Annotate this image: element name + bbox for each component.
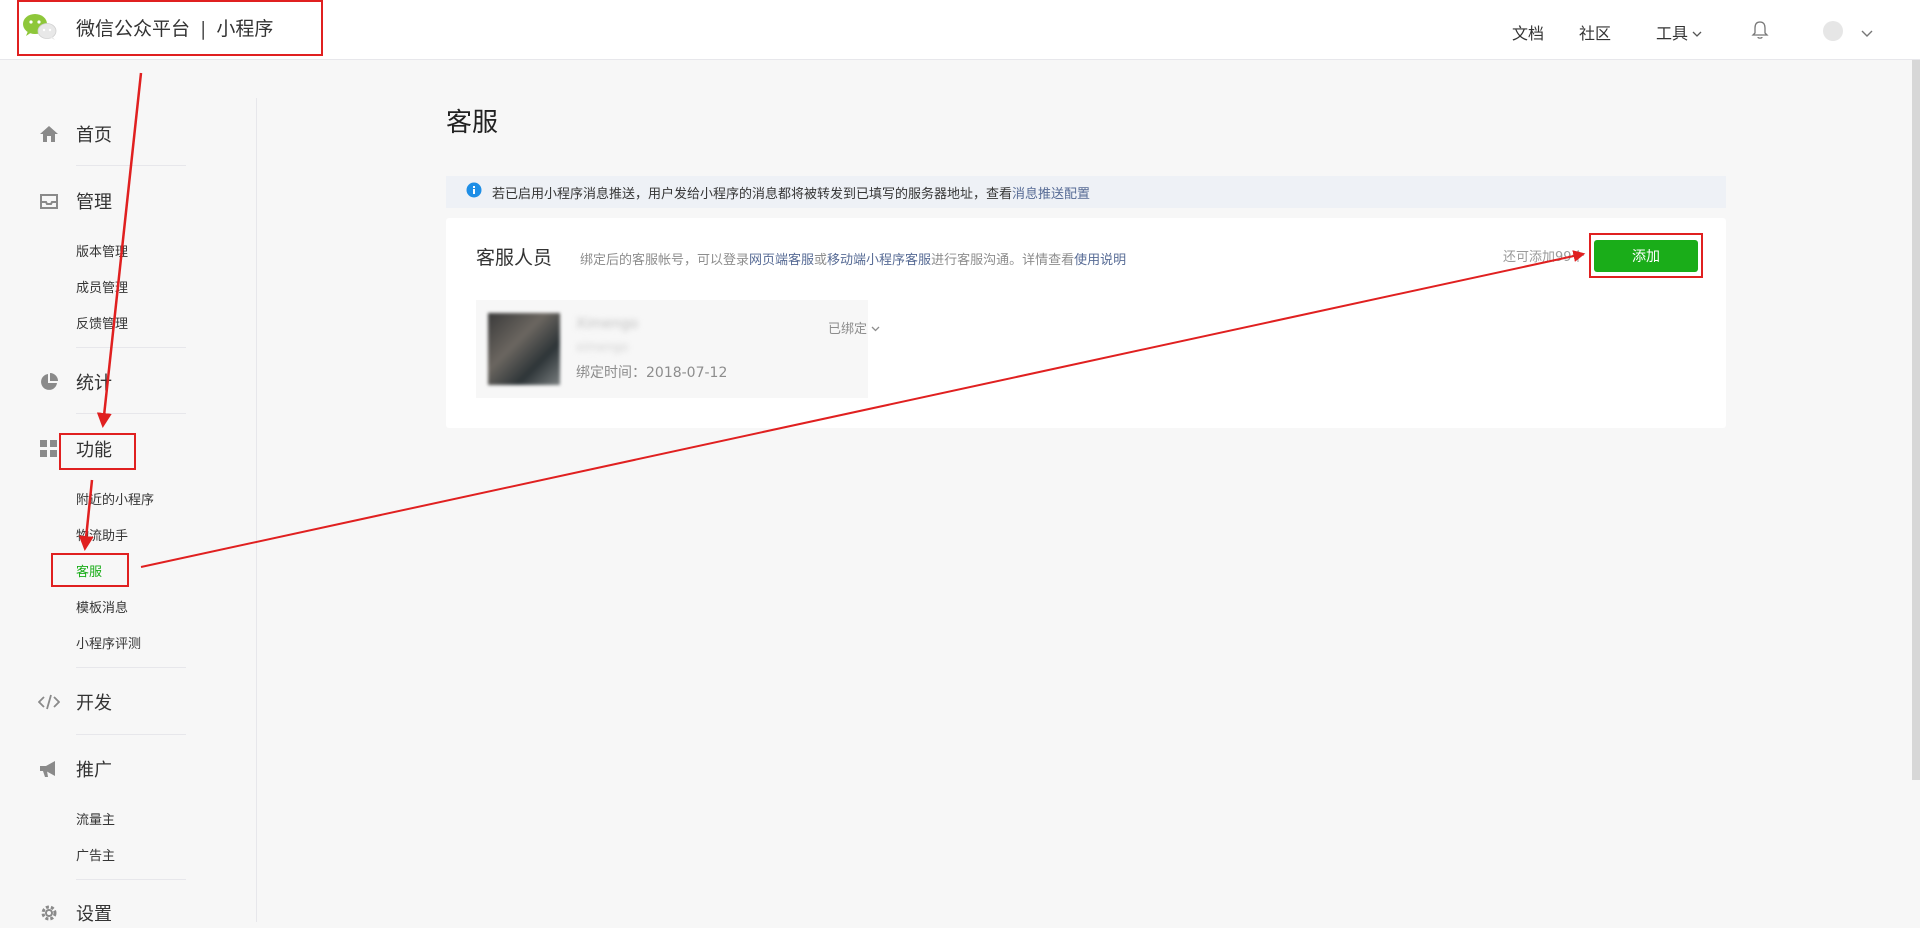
notice-bar: 若已启用小程序消息推送，用户发给小程序的消息都将被转发到已填写的服务器地址，查看… <box>446 176 1726 208</box>
sidebar-item-promo[interactable]: 推广 <box>38 754 112 784</box>
panel-title: 客服人员 <box>476 247 553 269</box>
sidebar-item-review[interactable]: 小程序评测 <box>76 633 141 652</box>
sidebar-item-advertiser[interactable]: 广告主 <box>76 845 115 864</box>
sidebar-separator <box>76 347 186 348</box>
page-title: 客服 <box>446 108 499 138</box>
notice-link[interactable]: 消息推送配置 <box>1012 183 1090 202</box>
sidebar-manage-label: 管理 <box>76 192 112 213</box>
sidebar-item-nearby[interactable]: 附近的小程序 <box>76 489 154 508</box>
user-avatar[interactable] <box>1823 21 1843 41</box>
notice-text: 若已启用小程序消息推送，用户发给小程序的消息都将被转发到已填写的服务器地址，查看 <box>492 186 1013 202</box>
pie-chart-icon <box>38 371 60 393</box>
sidebar-separator <box>76 165 186 166</box>
sidebar-separator <box>76 667 186 668</box>
user-menu-chevron-icon[interactable] <box>1861 24 1873 43</box>
usage-guide-link[interactable]: 使用说明 <box>1074 253 1126 268</box>
web-service-link[interactable]: 网页端客服 <box>749 253 814 268</box>
agent-bind-time: 绑定时间：2018-07-12 <box>576 365 728 381</box>
brand-title[interactable]: 微信公众平台 | 小程序 <box>76 14 273 41</box>
sidebar-promo-label: 推广 <box>76 760 112 781</box>
top-header: 微信公众平台 | 小程序 文档 社区 工具 <box>0 0 1920 60</box>
page-scrollbar[interactable] <box>1912 60 1920 780</box>
sidebar-settings-label: 设置 <box>76 904 112 925</box>
sidebar-item-dev[interactable]: 开发 <box>38 687 112 717</box>
code-icon <box>38 691 60 713</box>
desc-mid: 或 <box>814 253 828 268</box>
sidebar-item-stats[interactable]: 统计 <box>38 367 112 397</box>
nav-community[interactable]: 社区 <box>1579 20 1611 44</box>
annotation-arrows <box>78 72 1586 568</box>
sidebar-item-template-msg[interactable]: 模板消息 <box>76 597 128 616</box>
sidebar-item-traffic[interactable]: 流量主 <box>76 809 115 828</box>
agent-status-label: 已绑定 <box>828 322 868 337</box>
sidebar-item-home[interactable]: 首页 <box>38 119 112 149</box>
agent-id: ximengo <box>576 340 629 354</box>
sidebar-item-logistics[interactable]: 物流助手 <box>76 525 128 544</box>
brand-separator: | <box>200 18 207 40</box>
sidebar-item-customer-service[interactable]: 客服 <box>76 561 102 580</box>
brand-sub: 小程序 <box>216 18 274 40</box>
agent-status-dropdown[interactable]: 已绑定 <box>828 318 880 337</box>
megaphone-icon <box>38 758 60 780</box>
info-icon <box>466 182 482 202</box>
nav-tools-label: 工具 <box>1656 24 1689 43</box>
sidebar-item-settings[interactable]: 设置 <box>38 898 112 928</box>
customer-service-panel: 客服人员 绑定后的客服帐号，可以登录网页端客服或移动端小程序客服进行客服沟通。详… <box>446 218 1726 428</box>
sidebar-separator <box>76 413 186 414</box>
agent-name: Ximengo <box>576 316 639 332</box>
sidebar-divider <box>256 98 257 922</box>
sidebar-item-manage[interactable]: 管理 <box>38 186 112 216</box>
add-agent-button[interactable]: 添加 <box>1594 240 1698 272</box>
chevron-down-icon <box>871 326 880 332</box>
sidebar: 首页 管理 版本管理 成员管理 反馈管理 统计 功能 附近的小程序 物流助手 客… <box>0 60 256 925</box>
inbox-icon <box>38 190 60 212</box>
sidebar-item-feedback[interactable]: 反馈管理 <box>76 313 128 332</box>
sidebar-separator <box>76 734 186 735</box>
mobile-service-link[interactable]: 移动端小程序客服 <box>827 253 931 268</box>
sidebar-home-label: 首页 <box>76 125 112 146</box>
remaining-count: 还可添加99个 <box>1503 250 1585 265</box>
sidebar-item-features[interactable]: 功能 <box>38 434 112 464</box>
home-icon <box>38 123 60 145</box>
sidebar-stats-label: 统计 <box>76 373 112 394</box>
nav-docs[interactable]: 文档 <box>1512 20 1544 44</box>
sidebar-features-label: 功能 <box>76 440 112 461</box>
sidebar-separator <box>76 879 186 880</box>
bell-icon[interactable] <box>1751 20 1769 44</box>
sidebar-dev-label: 开发 <box>76 693 112 714</box>
nav-tools[interactable]: 工具 <box>1656 20 1702 44</box>
panel-description: 绑定后的客服帐号，可以登录网页端客服或移动端小程序客服进行客服沟通。详情查看使用… <box>580 249 1126 268</box>
wechat-logo-icon[interactable] <box>22 12 58 46</box>
desc-prefix: 绑定后的客服帐号，可以登录 <box>580 253 750 268</box>
brand-main: 微信公众平台 <box>76 18 191 40</box>
gear-icon <box>38 902 60 924</box>
chevron-down-icon <box>1692 24 1702 43</box>
desc-suffix: 进行客服沟通。详情查看 <box>931 253 1075 268</box>
agent-avatar <box>488 313 560 385</box>
sidebar-item-version[interactable]: 版本管理 <box>76 241 128 260</box>
agent-card: Ximengo ximengo 绑定时间：2018-07-12 已绑定 <box>476 300 880 398</box>
sidebar-item-members[interactable]: 成员管理 <box>76 277 128 296</box>
grid-icon <box>38 438 60 460</box>
